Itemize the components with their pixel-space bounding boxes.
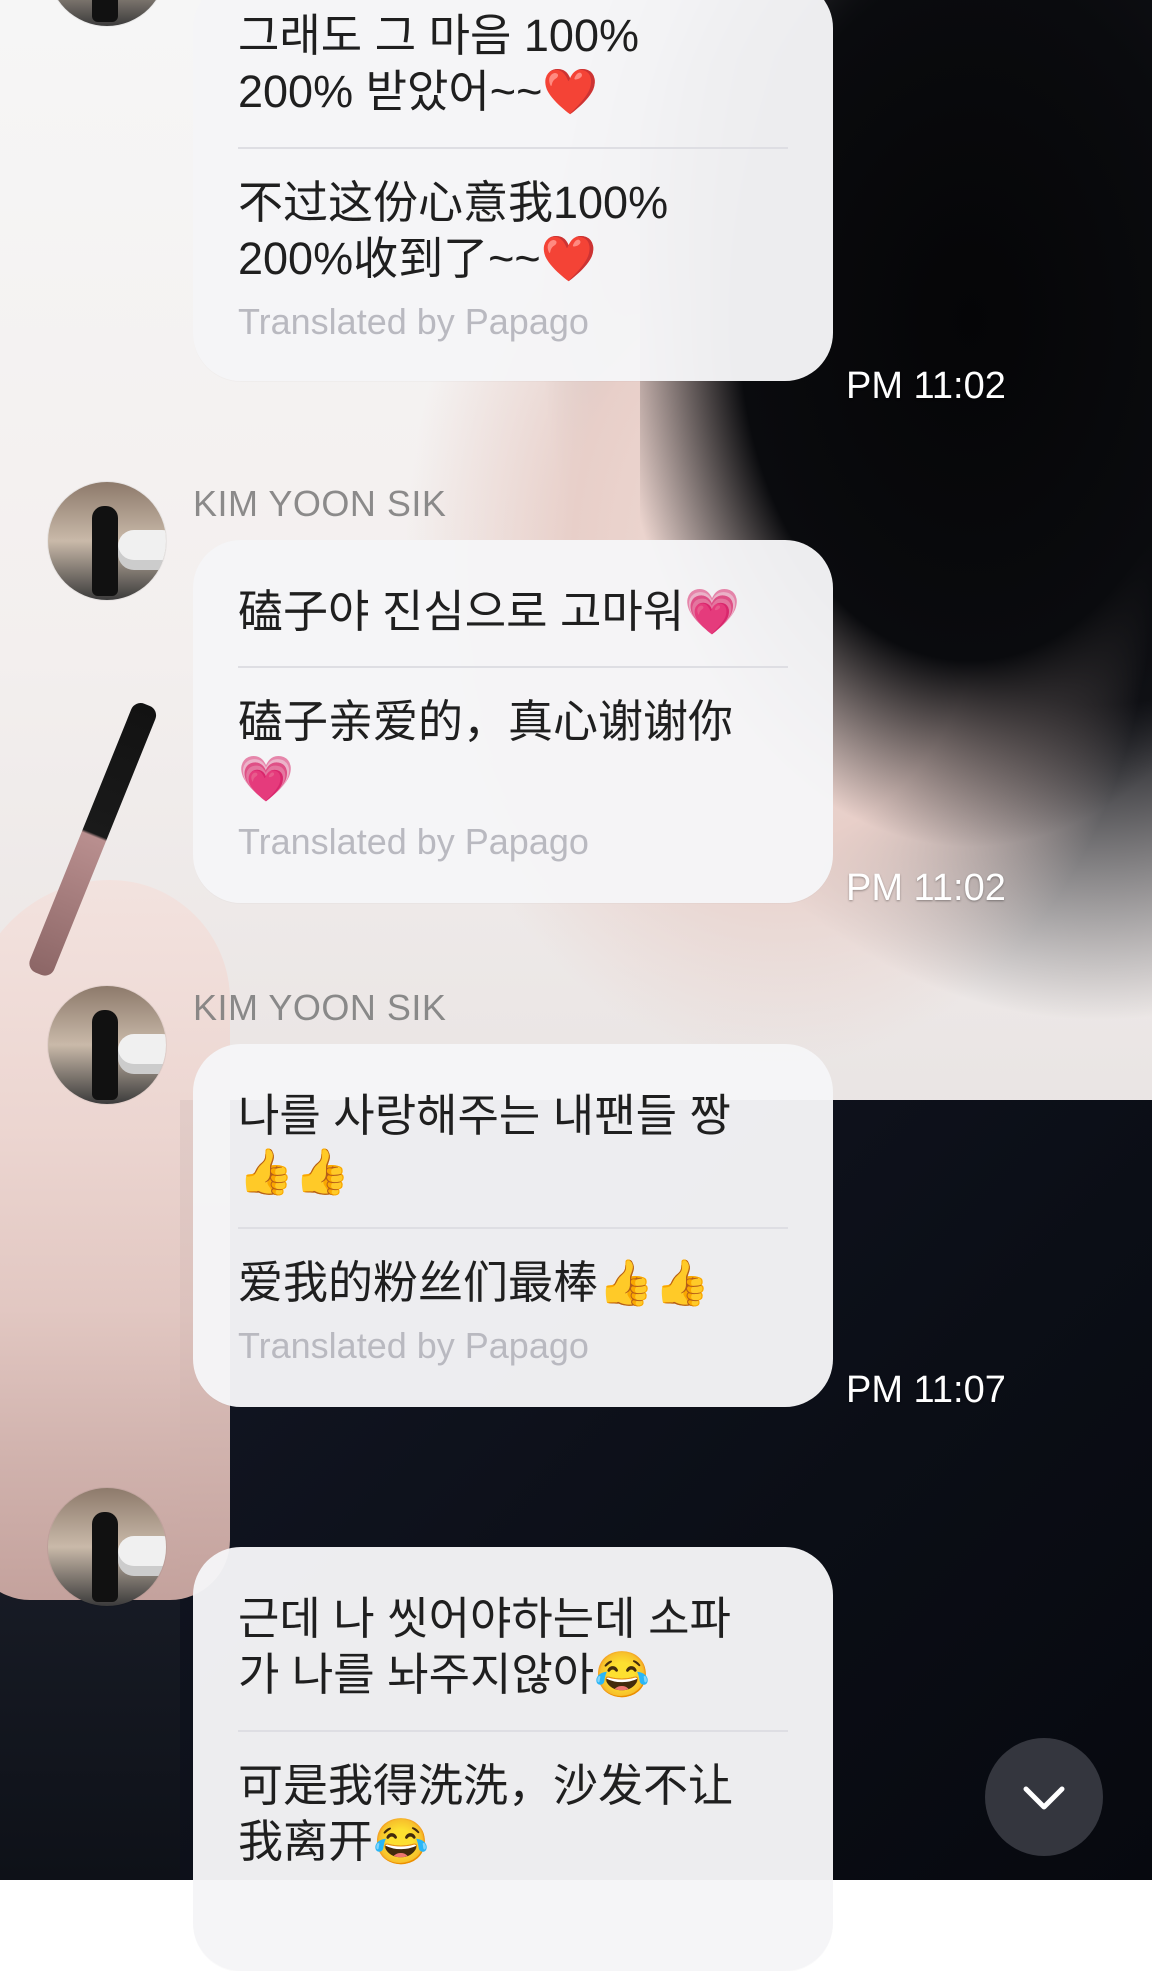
avatar-person-shape bbox=[92, 506, 118, 596]
sender-name: KIM YOON SIK bbox=[193, 483, 447, 524]
message-bubble[interactable]: 근데 나 씻어야하는데 소파 가 나를 놔주지않아😂 可是我得洗洗，沙发不让 我… bbox=[193, 1547, 833, 1971]
message-translation-text: 磕子亲爱的，真心谢谢你 💗 bbox=[238, 696, 734, 804]
message-original-text: 근데 나 씻어야하는데 소파 가 나를 놔주지않아😂 bbox=[238, 1593, 731, 1701]
translation-divider bbox=[238, 666, 788, 669]
avatar-person-shape bbox=[92, 1010, 118, 1100]
message-translation-text: 可是我得洗洗，沙发不让 我离开😂 bbox=[238, 1759, 734, 1867]
scroll-to-bottom-button[interactable] bbox=[985, 1738, 1103, 1856]
chat-message-list[interactable]: 그래도 그 마음 100% 200% 받았어~~❤️ 不过这份心意我100% 2… bbox=[0, 0, 1152, 1971]
translation-divider bbox=[238, 146, 788, 149]
avatar-car-shape bbox=[118, 1034, 166, 1074]
translated-by-label: Translated by Papago bbox=[238, 820, 589, 862]
translated-by-label: Translated by Papago bbox=[238, 301, 589, 342]
message-translation-text: 爱我的粉丝们最棒👍👍 bbox=[238, 1256, 711, 1308]
message-original-text: 磕子야 진심으로 고마워💗 bbox=[238, 586, 741, 637]
message-original-text: 나를 사랑해주는 내팬들 짱 👍👍 bbox=[238, 1090, 731, 1198]
avatar[interactable] bbox=[48, 986, 166, 1104]
message-bubble[interactable]: 나를 사랑해주는 내팬들 짱 👍👍 爱我的粉丝们最棒👍👍 Translated … bbox=[193, 1044, 833, 1407]
message-bubble[interactable]: 그래도 그 마음 100% 200% 받았어~~❤️ 不过这份心意我100% 2… bbox=[193, 0, 833, 381]
sender-name: KIM YOON SIK bbox=[193, 987, 447, 1028]
avatar[interactable] bbox=[48, 482, 166, 600]
message-time: PM 11:02 bbox=[846, 365, 1006, 407]
avatar[interactable] bbox=[48, 1488, 166, 1606]
message-time: PM 11:07 bbox=[846, 1369, 1006, 1411]
chevron-down-icon bbox=[1023, 1786, 1065, 1810]
message-time: PM 11:02 bbox=[846, 867, 1006, 909]
message-original-text: 그래도 그 마음 100% 200% 받았어~~❤️ bbox=[238, 10, 640, 118]
avatar-car-shape bbox=[118, 1536, 166, 1576]
avatar-person-shape bbox=[92, 0, 118, 22]
translated-by-label: Translated by Papago bbox=[238, 1324, 589, 1366]
message-bubble[interactable]: 磕子야 진심으로 고마워💗 磕子亲爱的，真心谢谢你 💗 Translated b… bbox=[193, 540, 833, 903]
avatar-car-shape bbox=[118, 530, 166, 570]
avatar[interactable] bbox=[48, 0, 166, 26]
message-translation-text: 不过这份心意我100% 200%收到了~~❤️ bbox=[238, 176, 669, 284]
avatar-person-shape bbox=[92, 1512, 118, 1602]
translation-divider bbox=[238, 1226, 788, 1229]
translation-divider bbox=[238, 1729, 788, 1732]
